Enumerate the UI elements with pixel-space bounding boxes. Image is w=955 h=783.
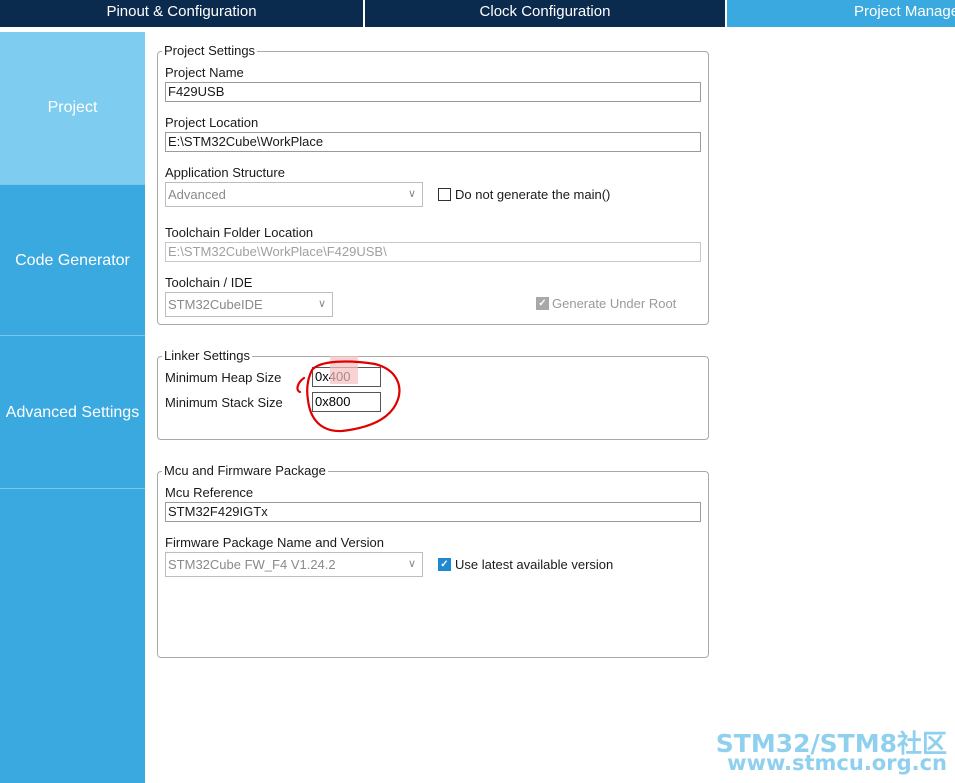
tab-pinout-configuration[interactable]: Pinout & Configuration (0, 0, 363, 27)
firmware-package-select: STM32Cube FW_F4 V1.24.2 ∨ (165, 552, 423, 577)
toolchain-folder-input: E:\STM32Cube\WorkPlace\F429USB\ (165, 242, 701, 262)
toolchain-folder-label: Toolchain Folder Location (165, 225, 314, 240)
sidebar-item-project[interactable]: Project (0, 32, 145, 185)
min-heap-size-label: Minimum Heap Size (165, 370, 282, 385)
chevron-down-icon: ∨ (407, 188, 416, 200)
group-legend: Linker Settings (162, 348, 252, 364)
group-legend: Project Settings (162, 43, 258, 59)
application-structure-label: Application Structure (165, 165, 285, 180)
sidebar-item-label: Advanced Settings (5, 404, 140, 421)
watermark-line-2: www.stmcu.org.cn (727, 751, 947, 775)
sidebar-item-advanced-settings[interactable]: Advanced Settings (0, 336, 145, 489)
project-location-input[interactable]: E:\STM32Cube\WorkPlace (165, 132, 701, 152)
select-value: STM32CubeIDE (168, 297, 263, 312)
select-value: Advanced (168, 187, 226, 202)
mcu-reference-input: STM32F429IGTx (165, 502, 701, 522)
project-location-label: Project Location (165, 115, 259, 130)
project-name-label: Project Name (165, 65, 244, 80)
generate-under-root-checkbox: ✓ (536, 297, 549, 310)
select-value: STM32Cube FW_F4 V1.24.2 (168, 557, 336, 572)
group-legend: Mcu and Firmware Package (162, 463, 328, 479)
toolchain-ide-select[interactable]: STM32CubeIDE ∨ (165, 292, 333, 317)
sidebar: Project Code Generator Advanced Settings (0, 32, 145, 783)
generate-under-root-label: Generate Under Root (552, 296, 677, 311)
application-structure-select[interactable]: Advanced ∨ (165, 182, 423, 207)
red-circle-annotation (296, 356, 401, 433)
mcu-reference-label: Mcu Reference (165, 485, 254, 500)
sidebar-item-label: Code Generator (15, 252, 130, 269)
use-latest-version-label: Use latest available version (455, 557, 614, 572)
top-tab-bar: Pinout & Configuration Clock Configurati… (0, 0, 955, 27)
tab-project-manager[interactable]: Project Manager (727, 0, 955, 27)
sidebar-item-label: Project (47, 99, 98, 116)
chevron-down-icon: ∨ (407, 558, 416, 570)
use-latest-version-checkbox[interactable]: ✓ (438, 558, 451, 571)
tab-clock-configuration[interactable]: Clock Configuration (365, 0, 725, 27)
toolchain-ide-label: Toolchain / IDE (165, 275, 253, 290)
do-not-generate-main-checkbox[interactable] (438, 188, 451, 201)
sidebar-item-code-generator[interactable]: Code Generator (0, 185, 145, 336)
firmware-package-label: Firmware Package Name and Version (165, 535, 384, 550)
min-stack-size-label: Minimum Stack Size (165, 395, 283, 410)
do-not-generate-main-label: Do not generate the main() (455, 187, 611, 202)
project-name-input[interactable]: F429USB (165, 82, 701, 102)
chevron-down-icon: ∨ (317, 298, 326, 310)
